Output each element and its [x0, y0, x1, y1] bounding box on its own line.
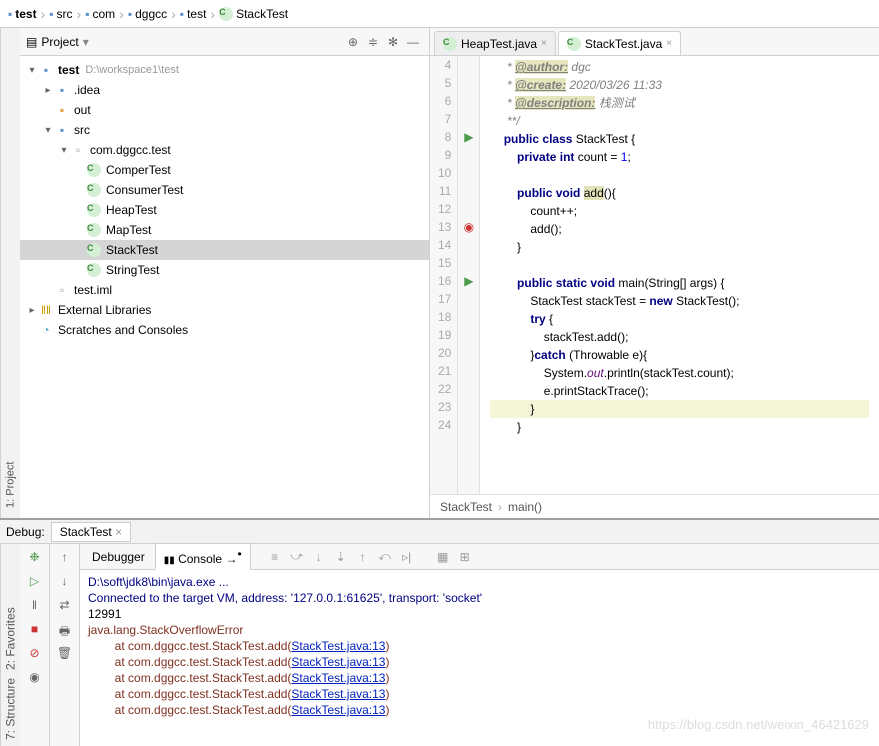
breadcrumb-item[interactable]: ▪com — [85, 7, 115, 21]
trash-icon[interactable]: 🗑 — [56, 646, 74, 664]
stack-link[interactable]: StackTest.java:13 — [291, 703, 385, 717]
bottom-left-strip: 7: Structure 2: Favorites — [0, 544, 20, 746]
breakpoint-icon[interactable]: ◉ — [464, 220, 474, 234]
editor-tab[interactable]: CHeapTest.java× — [434, 31, 556, 55]
locate-icon[interactable]: ⊕ — [343, 35, 363, 49]
tree-item[interactable]: CMapTest — [20, 220, 429, 240]
tree-item[interactable]: ▸‖‖External Libraries — [20, 300, 429, 320]
crumb-class[interactable]: StackTest — [440, 500, 492, 514]
down-icon[interactable]: ↓ — [56, 574, 74, 592]
project-tool-tab[interactable]: 1: Project — [4, 458, 18, 512]
project-panel: ▤ Project ▾ ⊕ ≑ ✻ — ▾▪testD:\workspace1\… — [20, 28, 430, 518]
stack-link[interactable]: StackTest.java:13 — [291, 671, 385, 685]
resume-icon[interactable]: ▷ — [26, 574, 44, 592]
gutter-icons: ▶ ◉ ▶ — [458, 56, 480, 494]
breadcrumb-item[interactable]: ▪test — [180, 7, 207, 21]
debugger-tab[interactable]: Debugger — [84, 547, 153, 567]
line-gutter: 456789101112131415161718192021222324 — [430, 56, 458, 494]
left-tool-strip: 1: Project — [0, 28, 20, 518]
debug-step-tools: ↑ ↓ ⇄ 🖶 🗑 — [50, 544, 80, 746]
breadcrumb-item[interactable]: ▪src — [49, 7, 72, 21]
editor-area: CHeapTest.java×CStackTest.java× 45678910… — [430, 28, 879, 518]
hide-icon[interactable]: — — [403, 35, 423, 49]
trace-icon[interactable]: ⊞ — [455, 550, 475, 564]
stack-link[interactable]: StackTest.java:13 — [291, 639, 385, 653]
debug-label: Debug: — [6, 525, 45, 539]
force-step-icon[interactable]: ⇣ — [331, 550, 351, 564]
run-cursor-icon[interactable]: ▹| — [397, 550, 417, 564]
stack-link[interactable]: StackTest.java:13 — [291, 687, 385, 701]
console-output[interactable]: D:\soft\jdk8\bin\java.exe ...Connected t… — [80, 570, 879, 746]
expand-icon[interactable]: ≑ — [363, 35, 383, 49]
debug-run-tools: ❉ ▷ ‖ ■ ⊘ ◉ — [20, 544, 50, 746]
stop-icon[interactable]: ■ — [26, 622, 44, 640]
print-icon[interactable]: 🖶 — [56, 622, 74, 640]
tree-item[interactable]: CConsumerTest — [20, 180, 429, 200]
class-icon: C — [443, 37, 457, 51]
code-editor[interactable]: * @author: dgc * @create: 2020/03/26 11:… — [480, 56, 879, 494]
eval-icon[interactable]: ▦ — [433, 550, 453, 564]
class-icon: C — [567, 37, 581, 51]
tree-item[interactable]: ▪out — [20, 100, 429, 120]
editor-crumbs: StackTest › main() — [430, 494, 879, 518]
breadcrumb: ▪test›▪src›▪com›▪dggcc›▪test›CStackTest — [0, 0, 879, 28]
tree-item[interactable]: ▫test.iml — [20, 280, 429, 300]
tree-item[interactable]: ◔Scratches and Consoles — [20, 320, 429, 340]
console-tab[interactable]: ▮▮ Console →• — [155, 543, 251, 570]
debug-panel: Debug: StackTest × 7: Structure 2: Favor… — [0, 518, 879, 746]
crumb-method[interactable]: main() — [508, 500, 542, 514]
project-tree: ▾▪testD:\workspace1\test▸▪.idea▪out▾▪src… — [20, 56, 429, 518]
breadcrumb-item[interactable]: ▪dggcc — [128, 7, 167, 21]
tree-item[interactable]: CStringTest — [20, 260, 429, 280]
close-icon[interactable]: × — [541, 38, 547, 49]
mute-bp-icon[interactable]: ⊘ — [26, 646, 44, 664]
tree-item[interactable]: ▾▪testD:\workspace1\test — [20, 60, 429, 80]
camera-icon[interactable]: ◉ — [26, 670, 44, 688]
stack-link[interactable]: StackTest.java:13 — [291, 655, 385, 669]
run-gutter-icon[interactable]: ▶ — [464, 130, 473, 144]
step-over-icon[interactable]: ⤻ — [287, 549, 307, 564]
favorites-tab[interactable]: 2: Favorites — [4, 607, 18, 670]
run-gutter-icon[interactable]: ▶ — [464, 274, 473, 288]
step-icon[interactable]: ≡ — [265, 550, 285, 564]
debug-run-tab[interactable]: StackTest × — [51, 522, 131, 542]
drop-frame-icon[interactable]: ⤺ — [375, 549, 395, 564]
close-icon[interactable]: × — [666, 38, 672, 49]
tree-item[interactable]: CStackTest — [20, 240, 429, 260]
structure-tab[interactable]: 7: Structure — [4, 678, 18, 740]
tree-item[interactable]: ▾▫com.dggcc.test — [20, 140, 429, 160]
breadcrumb-item[interactable]: ▪test — [8, 7, 37, 21]
tree-item[interactable]: ▸▪.idea — [20, 80, 429, 100]
project-icon: ▤ — [26, 35, 37, 49]
step-out-icon[interactable]: ↑ — [353, 550, 373, 564]
step-into-icon[interactable]: ↓ — [309, 550, 329, 564]
tree-item[interactable]: CHeapTest — [20, 200, 429, 220]
project-title: Project — [41, 35, 78, 49]
editor-tab[interactable]: CStackTest.java× — [558, 31, 681, 55]
tree-item[interactable]: CComperTest — [20, 160, 429, 180]
up-icon[interactable]: ↑ — [56, 550, 74, 568]
pause-icon[interactable]: ‖ — [26, 598, 44, 616]
settings-icon[interactable]: ✻ — [383, 35, 403, 49]
bug-icon[interactable]: ❉ — [26, 550, 44, 568]
breadcrumb-item[interactable]: CStackTest — [219, 7, 288, 21]
editor-tabs: CHeapTest.java×CStackTest.java× — [430, 28, 879, 56]
wrap-icon[interactable]: ⇄ — [56, 598, 74, 616]
tree-item[interactable]: ▾▪src — [20, 120, 429, 140]
